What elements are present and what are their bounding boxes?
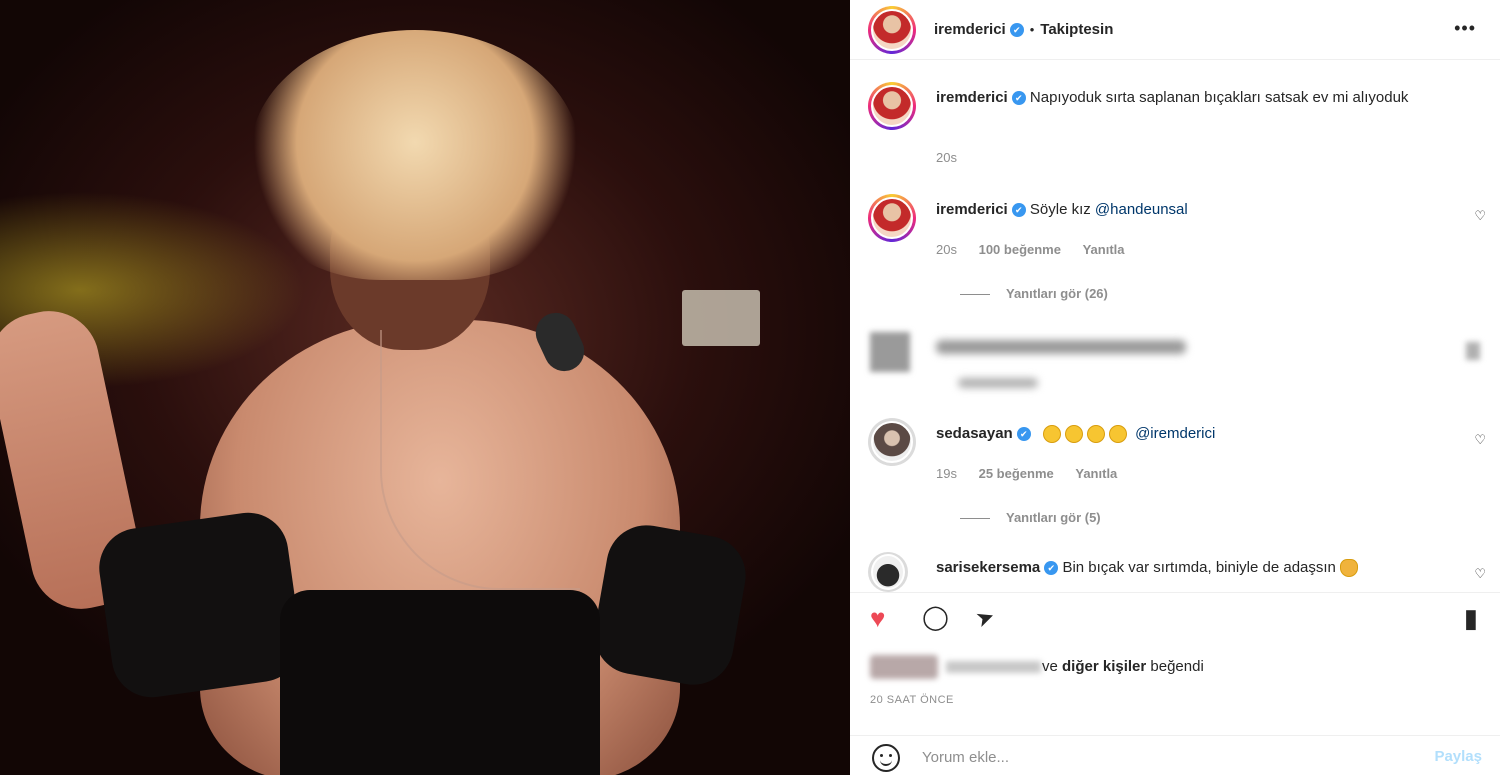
comment-meta: 19s 25 beğenme Yanıtla — [936, 466, 1135, 481]
blurred-comment — [868, 330, 1488, 400]
comment-body: iremderici ✔ Söyle kız @handeunsal — [936, 198, 1436, 221]
comment-meta: 20s 100 beğenme Yanıtla — [936, 242, 1143, 257]
likes-text-start: ve — [1042, 658, 1063, 675]
like-heart-icon[interactable]: ♥ — [870, 603, 885, 633]
caption-text: Napıyoduk sırta saplanan bıçakları satsa… — [1029, 89, 1409, 106]
likes-text[interactable]: ve diğer kişiler beğendi — [1042, 658, 1204, 675]
comment-username[interactable]: sarisekersema — [936, 559, 1040, 576]
comment-mention[interactable]: @iremderici — [1135, 425, 1215, 442]
avatar-image — [871, 421, 913, 463]
avatar[interactable] — [868, 194, 916, 242]
comment-item: iremderici ✔ Söyle kız @handeunsal ♡ 20s … — [868, 194, 1488, 304]
header-username[interactable]: iremderici — [934, 21, 1006, 38]
avatar-image — [871, 85, 913, 127]
comment-like-icon[interactable]: ♡ — [1474, 208, 1486, 224]
comment-item: sarisekersema ✔ Bin bıçak var sırtımda, b… — [868, 552, 1488, 592]
emoji-picker-icon[interactable] — [872, 744, 900, 772]
comment-icon[interactable]: ◯ — [922, 603, 949, 633]
laughing-emoji-icon — [1086, 425, 1105, 444]
post-image[interactable] — [0, 0, 850, 775]
post-actions: ♥ ◯ ➤ ▮ — [850, 592, 1500, 644]
send-icon[interactable]: ➤ — [971, 601, 999, 635]
follow-status[interactable]: Takiptesin — [1040, 21, 1113, 38]
comment-time[interactable]: 20s — [936, 242, 957, 257]
comment-like-icon[interactable]: ♡ — [1474, 566, 1486, 582]
comment-body: sedasayan ✔ @iremderici — [936, 422, 1436, 445]
avatar-image — [871, 554, 905, 590]
laughing-emoji-icon — [1042, 425, 1061, 444]
verified-icon: ✔ — [1044, 561, 1059, 576]
avatar[interactable] — [868, 418, 916, 466]
post-header: iremderici ✔ • Takiptesin ••• — [850, 0, 1500, 60]
add-comment-bar: Paylaş — [850, 735, 1500, 775]
avatar[interactable] — [868, 5, 916, 54]
comment-username[interactable]: sedasayan — [936, 425, 1013, 442]
comment-username[interactable]: iremderici — [936, 201, 1008, 218]
left-sleeve — [94, 507, 306, 703]
verified-icon: ✔ — [1016, 427, 1031, 442]
comment-body: sarisekersema ✔ Bin bıçak var sırtımda, b… — [936, 556, 1436, 579]
comment-text: Söyle kız — [1029, 201, 1095, 218]
caption-time[interactable]: 20s — [936, 150, 957, 165]
comment-likes[interactable]: 100 beğenme — [979, 242, 1061, 257]
comment-item: sedasayan ✔ @iremderici ♡ 19s 25 beğenme … — [868, 418, 1488, 528]
stage-light — [682, 290, 760, 346]
comment-input[interactable] — [922, 746, 1372, 768]
reply-button[interactable]: Yanıtla — [1075, 466, 1117, 481]
comment-like-icon[interactable]: ♡ — [1474, 432, 1486, 448]
post-timestamp[interactable]: 20 SAAT ÖNCE — [870, 694, 954, 706]
verified-icon: ✔ — [1011, 91, 1026, 106]
likes-others[interactable]: diğer kişiler — [1062, 658, 1146, 675]
liker-avatars — [870, 655, 938, 679]
blurred-meta — [958, 378, 1038, 388]
blurred-avatar — [870, 332, 910, 372]
laughing-emoji-icon — [1108, 425, 1127, 444]
liker-name-blurred — [946, 661, 1041, 673]
avatar[interactable] — [868, 552, 908, 592]
more-options-icon[interactable]: ••• — [1454, 18, 1476, 39]
comment-time[interactable]: 19s — [936, 466, 957, 481]
laughing-emoji-icon — [1064, 425, 1083, 444]
comment-mention[interactable]: @handeunsal — [1095, 201, 1188, 218]
blurred-like-icon — [1466, 342, 1480, 360]
comment-likes[interactable]: 25 beğenme — [979, 466, 1054, 481]
blurred-text — [936, 340, 1186, 354]
view-replies-button[interactable]: Yanıtları gör (26) — [960, 286, 1108, 301]
right-sleeve — [588, 518, 752, 692]
black-corset — [280, 590, 600, 775]
verified-icon: ✔ — [1009, 22, 1024, 37]
separator-dot: • — [1029, 22, 1035, 37]
likes-text-end: beğendi — [1146, 658, 1204, 675]
post-caption: iremderici ✔ Napıyoduk sırta saplanan bıç… — [868, 82, 1488, 172]
bookmark-icon[interactable]: ▮ — [1464, 603, 1478, 633]
reply-button[interactable]: Yanıtla — [1083, 242, 1125, 257]
post-side-panel: iremderici ✔ • Takiptesin ••• iremderici… — [850, 0, 1500, 775]
avatar-image — [871, 197, 913, 239]
verified-icon: ✔ — [1011, 203, 1026, 218]
raised-hand-emoji-icon — [1340, 559, 1359, 578]
view-replies-button[interactable]: Yanıtları gör (5) — [960, 510, 1101, 525]
avatar[interactable] — [868, 82, 916, 130]
likes-summary: ve diğer kişiler beğendi — [870, 655, 1490, 681]
caption-username[interactable]: iremderici — [936, 89, 1008, 106]
singer-hair — [250, 30, 580, 280]
share-button[interactable]: Paylaş — [1434, 748, 1482, 765]
avatar-image — [871, 8, 913, 51]
caption-meta: 20s — [936, 150, 975, 165]
comment-text: Bin bıçak var sırtımda, biniyle de adaşs… — [1062, 559, 1336, 576]
emoji-group — [1042, 425, 1135, 444]
caption-body: iremderici ✔ Napıyoduk sırta saplanan bıç… — [936, 86, 1436, 109]
